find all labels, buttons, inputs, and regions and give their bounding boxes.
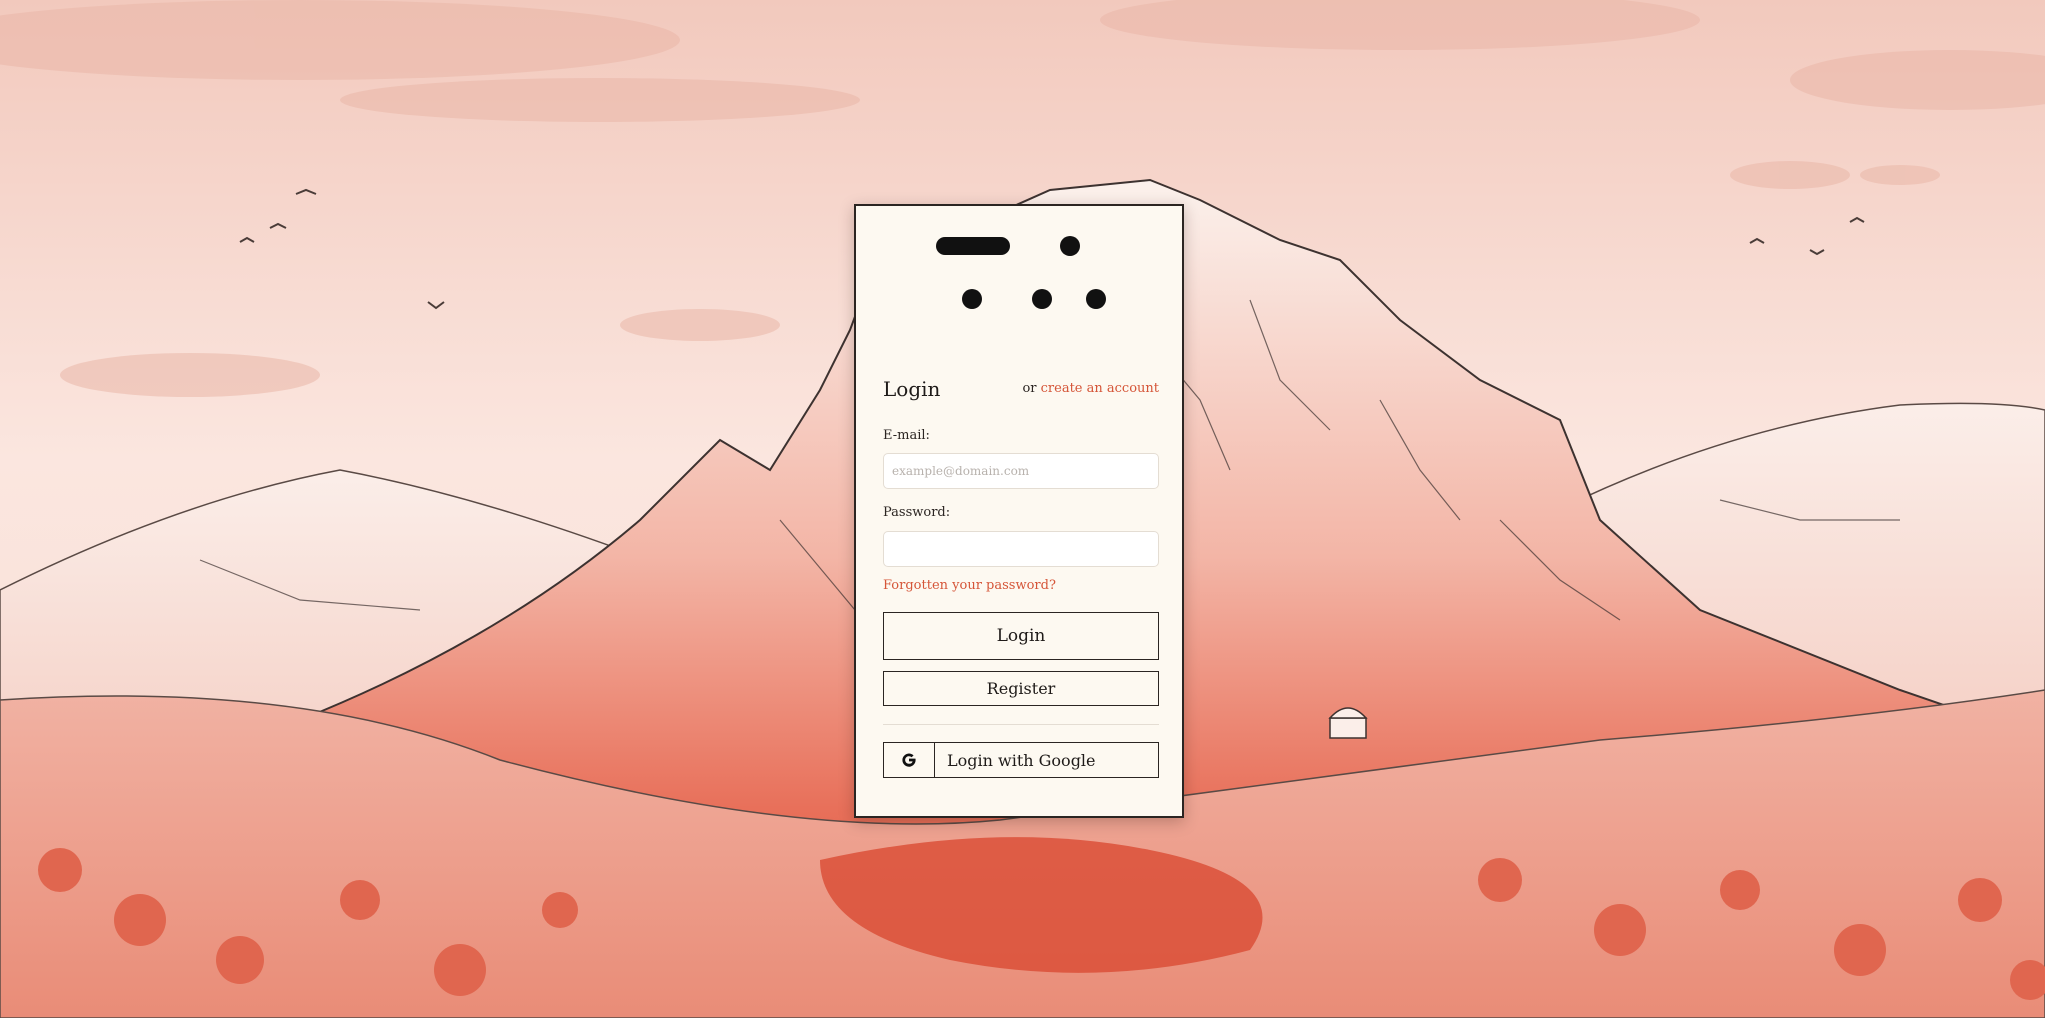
password-label: Password: <box>883 505 951 520</box>
divider <box>883 724 1159 725</box>
register-button[interactable]: Register <box>883 671 1159 706</box>
google-login-button[interactable]: Login with Google <box>883 742 1159 778</box>
password-field[interactable] <box>883 531 1159 567</box>
create-account-line: or create an account <box>1022 381 1159 396</box>
logo-dots-icon <box>936 236 1106 309</box>
email-field[interactable] <box>883 453 1159 489</box>
google-icon <box>884 743 935 777</box>
login-card: Login or create an account E-mail: Passw… <box>854 204 1184 818</box>
google-login-label: Login with Google <box>947 750 1096 770</box>
observatory-dome <box>1328 707 1368 739</box>
alt-prefix: or <box>1022 381 1037 396</box>
forgot-password-link[interactable]: Forgotten your password? <box>883 578 1056 593</box>
create-account-link[interactable]: create an account <box>1041 381 1159 396</box>
login-header: Login or create an account <box>883 377 1159 407</box>
page-title: Login <box>883 377 941 401</box>
login-button[interactable]: Login <box>883 612 1159 660</box>
email-label: E-mail: <box>883 428 930 443</box>
